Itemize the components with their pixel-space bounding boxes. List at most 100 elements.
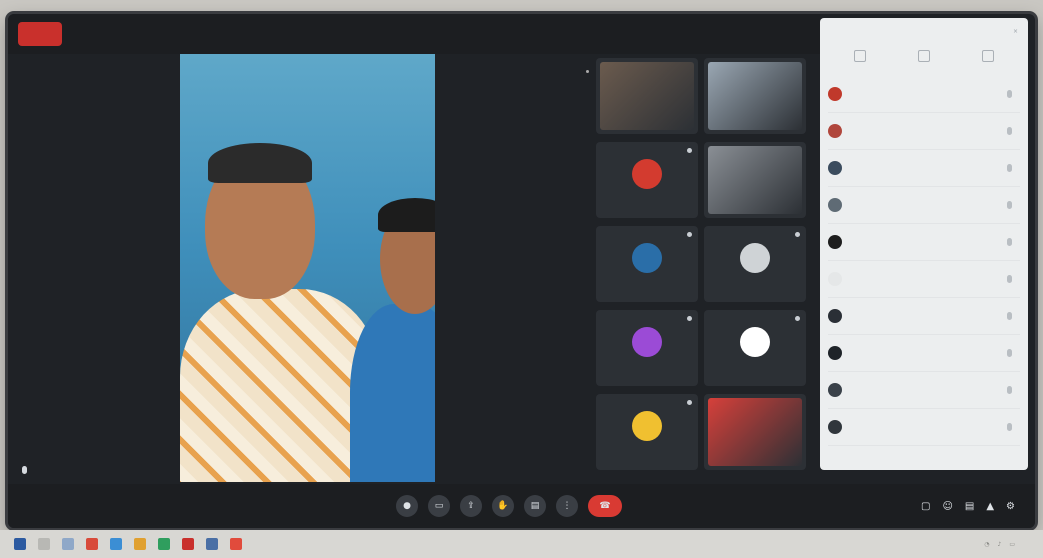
participant-row[interactable] [828,261,1020,298]
mute-all-icon [918,50,930,62]
title-bar [8,14,820,54]
participant-list [820,76,1028,446]
start-icon[interactable] [14,538,26,550]
video-icon: ▭ [434,501,444,511]
mic-icon [22,466,27,474]
participant-tile[interactable] [596,58,698,134]
mic-icon [1007,238,1012,246]
participant-tile[interactable] [704,58,806,134]
info-icon[interactable]: ▢ [921,501,930,512]
mic-icon [1007,127,1012,135]
participant-row[interactable] [828,150,1020,187]
app-icon[interactable] [182,538,194,550]
control-buttons: ● ▭ ⇪ ✋ ▤ ⋮ ☎ [396,495,622,517]
participant-avatar [632,242,662,273]
mic-icon [1007,423,1012,431]
app-icon[interactable] [158,538,170,550]
participant-row[interactable] [828,76,1020,113]
avatar [828,235,842,249]
speaker-person-b [340,198,435,482]
avatar [828,124,842,138]
close-icon[interactable]: × [1013,28,1018,35]
mic-button[interactable]: ● [396,495,418,517]
invite-icon [854,50,866,62]
mic-off-icon [687,232,692,237]
participant-tile[interactable] [596,310,698,386]
app-icon[interactable] [230,538,242,550]
panel-actions [820,44,1028,76]
participants-icon[interactable]: ☺ [942,501,952,512]
participant-row[interactable] [828,113,1020,150]
avatar [828,383,842,397]
participant-row[interactable] [828,187,1020,224]
battery-icon[interactable]: ▭ [1009,541,1015,548]
search-icon[interactable] [38,538,50,550]
share-button[interactable]: ⇪ [460,495,482,517]
panel-action-more[interactable] [982,50,994,66]
participants-panel: × [820,18,1028,470]
system-tray: ◔ ♪ ▭ [984,541,1015,548]
video-button[interactable]: ▭ [428,495,450,517]
participant-tile[interactable] [704,394,806,470]
participant-row[interactable] [828,409,1020,446]
participant-avatar [632,158,662,189]
mic-icon [1007,275,1012,283]
mic-icon [1007,164,1012,172]
participant-tile[interactable] [596,226,698,302]
app-icon[interactable] [86,538,98,550]
share-icon: ⇪ [467,501,475,511]
chat-button[interactable]: ▤ [524,495,546,517]
participant-avatar [740,242,770,273]
speaker-person-a [180,143,380,482]
participant-tile[interactable] [596,394,698,470]
app-icon[interactable] [206,538,218,550]
mic-icon [1007,386,1012,394]
participant-video [708,146,802,214]
mic-icon: ● [403,501,411,511]
participant-row[interactable] [828,335,1020,372]
end-call-button[interactable]: ☎ [588,495,622,517]
chat-panel-icon[interactable]: ▤ [965,501,974,512]
more-button[interactable]: ⋮ [556,495,578,517]
end-call-icon: ☎ [599,501,611,511]
volume-icon[interactable]: ♪ [997,541,1001,548]
participant-avatar [632,326,662,357]
participant-video [708,398,802,466]
participant-row[interactable] [828,224,1020,261]
mic-icon [1007,201,1012,209]
more-icon [982,50,994,62]
participant-video [708,62,802,130]
main-speaker-video[interactable] [180,54,435,482]
panel-action-mute-all[interactable] [918,50,930,66]
mic-off-icon [687,400,692,405]
browser-icon[interactable] [110,538,122,550]
wifi-icon[interactable]: ◔ [984,541,989,548]
control-bar: ● ▭ ⇪ ✋ ▤ ⋮ ☎ ▢ ☺ ▤ ▲ ⚙ [8,484,1035,528]
participant-tile[interactable] [704,310,806,386]
participant-row[interactable] [828,372,1020,409]
hand-button[interactable]: ✋ [492,495,514,517]
avatar [828,420,842,434]
avatar [828,346,842,360]
panel-header: × [820,18,1028,44]
participant-tile[interactable] [704,226,806,302]
participant-tile[interactable] [704,142,806,218]
mic-off-icon [795,232,800,237]
monitor-screen: × ● ▭ ⇪ ✋ ▤ ⋮ ☎ ▢ ☺ ▤ ▲ ⚙ [8,14,1035,528]
hand-icon: ✋ [497,501,509,511]
avatar [828,161,842,175]
taskview-icon[interactable] [62,538,74,550]
panel-action-invite[interactable] [854,50,866,66]
os-taskbar: ◔ ♪ ▭ [0,530,1043,558]
taskbar-icons [14,538,242,550]
participant-row[interactable] [828,298,1020,335]
avatar [828,309,842,323]
grid-more-dot[interactable] [586,70,589,73]
activities-icon[interactable]: ▲ [986,501,994,512]
avatar [828,198,842,212]
mic-off-icon [795,316,800,321]
settings-icon[interactable]: ⚙ [1006,501,1015,512]
folder-icon[interactable] [134,538,146,550]
mic-off-icon [687,316,692,321]
participant-tile[interactable] [596,142,698,218]
